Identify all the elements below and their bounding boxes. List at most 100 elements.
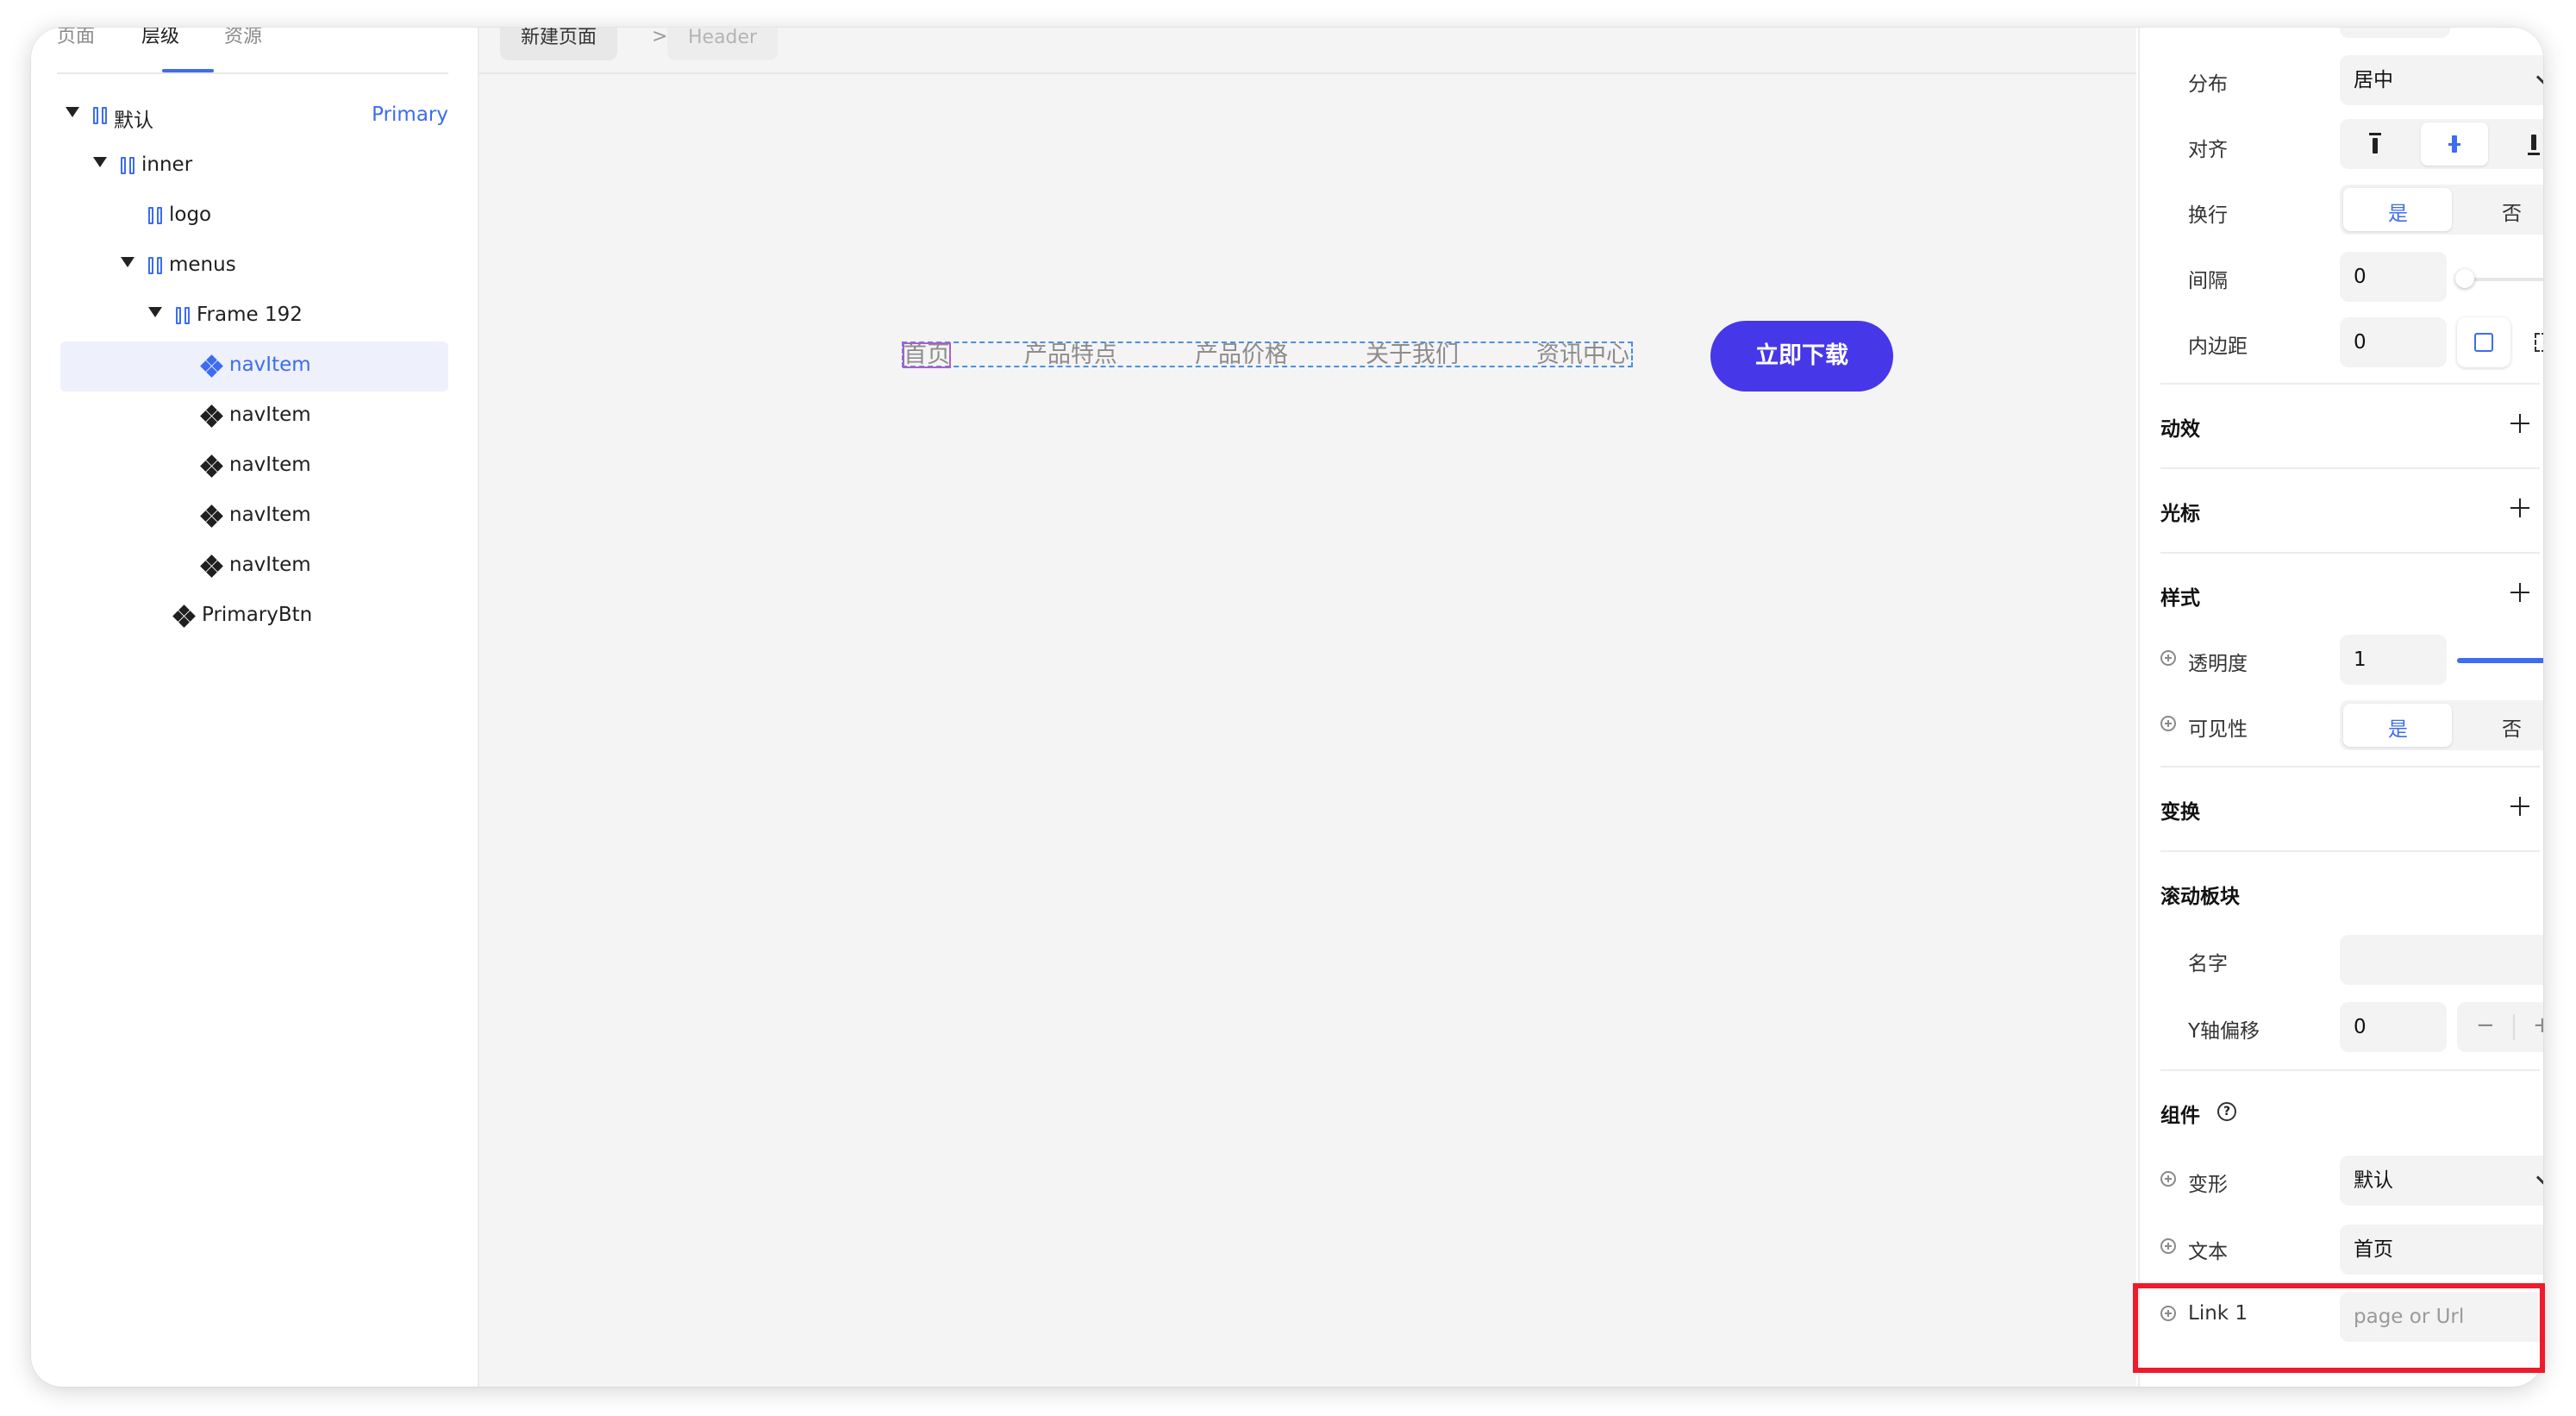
layer-row-navitem-selected[interactable]: navItem bbox=[60, 341, 448, 392]
layer-row-frame-192[interactable]: Frame 192 bbox=[60, 291, 448, 341]
layer-label: navItem bbox=[229, 354, 311, 376]
layer-row-navitem[interactable]: navItem bbox=[60, 542, 448, 592]
nav-menu-frame[interactable]: 首页 产品特点 产品价格 关于我们 资讯中心 bbox=[902, 341, 1633, 368]
tab-assets[interactable]: 资源 bbox=[224, 28, 262, 48]
properties-panel: 分布 居中 对齐 换行 是 否 间隔 0 内边距 0 动效 光标 样式 透明度 … bbox=[2138, 28, 2543, 1387]
divider bbox=[2160, 383, 2540, 385]
layer-row-logo[interactable]: logo bbox=[60, 191, 448, 241]
layers-panel: 页面 层级 资源 默认 Primary inner logo menus Fra… bbox=[31, 28, 479, 1387]
expand-corners-icon bbox=[2535, 333, 2543, 352]
add-circle-icon[interactable] bbox=[2160, 1171, 2176, 1187]
divider bbox=[2160, 850, 2540, 852]
breadcrumb-separator: > bbox=[652, 28, 668, 47]
layer-label: logo bbox=[169, 204, 212, 226]
divider bbox=[2160, 552, 2540, 554]
cut-off-field[interactable] bbox=[2340, 28, 2450, 38]
padding-individual-button[interactable] bbox=[2521, 317, 2543, 367]
expand-arrow-icon[interactable] bbox=[93, 157, 107, 167]
tab-pages[interactable]: 页面 bbox=[57, 28, 95, 48]
padding-input[interactable]: 0 bbox=[2340, 317, 2447, 367]
layer-row-default[interactable]: 默认 Primary bbox=[60, 91, 448, 141]
variant-select[interactable]: 默认 bbox=[2340, 1156, 2543, 1206]
layer-row-navitem[interactable]: navItem bbox=[60, 442, 448, 492]
section-component: 组件 bbox=[2160, 1105, 2200, 1127]
scroll-name-input[interactable] bbox=[2340, 935, 2543, 985]
add-circle-icon[interactable] bbox=[2160, 1238, 2176, 1254]
expand-arrow-icon[interactable] bbox=[121, 257, 134, 267]
visibility-no[interactable]: 否 bbox=[2502, 712, 2522, 742]
section-cursor: 光标 bbox=[2160, 503, 2200, 525]
expand-arrow-icon[interactable] bbox=[66, 107, 79, 117]
design-canvas[interactable]: 新建页面 > Header 首页 产品特点 产品价格 关于我们 资讯中心 立即下… bbox=[479, 28, 2136, 1387]
scroll-name-label: 名字 bbox=[2188, 953, 2228, 975]
component-icon bbox=[200, 554, 223, 578]
breadcrumb-component[interactable]: Header bbox=[667, 28, 778, 60]
layer-label: menus bbox=[169, 254, 236, 276]
active-tab-indicator bbox=[162, 69, 214, 72]
component-icon bbox=[200, 454, 223, 478]
layer-label: navItem bbox=[229, 454, 311, 476]
gap-slider-knob[interactable] bbox=[2455, 269, 2474, 288]
padding-uniform-button[interactable] bbox=[2457, 317, 2510, 367]
section-scroll: 滚动板块 bbox=[2160, 886, 2240, 908]
expand-arrow-icon[interactable] bbox=[148, 307, 162, 317]
nav-item-news[interactable]: 资讯中心 bbox=[1536, 343, 1629, 367]
panel-tabs: 页面 层级 资源 bbox=[57, 28, 448, 74]
layer-label: inner bbox=[141, 154, 193, 176]
divider bbox=[2160, 766, 2540, 768]
plus-button[interactable]: + bbox=[2533, 1012, 2543, 1038]
distribution-select[interactable]: 居中 bbox=[2340, 55, 2543, 105]
component-icon bbox=[200, 354, 223, 378]
gap-input[interactable]: 0 bbox=[2340, 252, 2447, 302]
add-style-plus-icon[interactable] bbox=[2510, 583, 2529, 602]
align-bottom-icon[interactable] bbox=[2528, 133, 2540, 155]
wrap-yes[interactable]: 是 bbox=[2388, 197, 2408, 226]
add-transform-plus-icon[interactable] bbox=[2510, 797, 2529, 816]
component-icon bbox=[200, 504, 223, 528]
visibility-yes[interactable]: 是 bbox=[2388, 712, 2408, 742]
add-cursor-plus-icon[interactable] bbox=[2510, 498, 2529, 517]
download-button[interactable]: 立即下载 bbox=[1710, 321, 1893, 392]
variant-badge: Primary bbox=[372, 103, 448, 126]
align-center-icon[interactable] bbox=[2448, 133, 2460, 155]
minus-button[interactable]: − bbox=[2476, 1012, 2495, 1038]
section-transform: 变换 bbox=[2160, 801, 2200, 824]
variant-value: 默认 bbox=[2354, 1169, 2393, 1192]
gap-label: 间隔 bbox=[2188, 270, 2228, 292]
chevron-down-icon bbox=[2535, 1168, 2543, 1187]
visibility-toggle[interactable]: 是 否 bbox=[2340, 700, 2543, 750]
chevron-down-icon bbox=[2535, 67, 2543, 87]
align-top-icon[interactable] bbox=[2369, 133, 2381, 155]
layer-row-menus[interactable]: menus bbox=[60, 241, 448, 291]
nav-item-pricing[interactable]: 产品价格 bbox=[1195, 343, 1288, 367]
frame-icon bbox=[148, 257, 166, 276]
tab-layers[interactable]: 层级 bbox=[141, 28, 179, 48]
wrap-toggle[interactable]: 是 否 bbox=[2340, 185, 2543, 235]
frame-icon bbox=[93, 107, 110, 126]
breadcrumb-page[interactable]: 新建页面 bbox=[500, 28, 618, 60]
frame-icon bbox=[148, 207, 166, 226]
nav-item-about[interactable]: 关于我们 bbox=[1366, 343, 1459, 367]
text-input[interactable]: 首页 bbox=[2340, 1225, 2543, 1275]
nav-item-features[interactable]: 产品特点 bbox=[1024, 343, 1117, 367]
layer-label: 默认 bbox=[114, 110, 153, 132]
align-segmented[interactable] bbox=[2340, 119, 2543, 169]
add-circle-icon[interactable] bbox=[2160, 716, 2176, 731]
wrap-no[interactable]: 否 bbox=[2502, 197, 2522, 226]
opacity-input[interactable]: 1 bbox=[2340, 635, 2447, 685]
layer-row-navitem[interactable]: navItem bbox=[60, 492, 448, 542]
square-icon bbox=[2474, 333, 2493, 352]
help-icon[interactable]: ? bbox=[2217, 1102, 2236, 1121]
y-offset-input[interactable]: 0 bbox=[2340, 1002, 2447, 1052]
layer-row-primarybtn[interactable]: PrimaryBtn bbox=[60, 592, 448, 642]
app-window: 页面 层级 资源 默认 Primary inner logo menus Fra… bbox=[31, 28, 2543, 1387]
add-circle-icon[interactable] bbox=[2160, 650, 2176, 666]
layer-row-inner[interactable]: inner bbox=[60, 141, 448, 191]
opacity-slider-fill bbox=[2457, 658, 2543, 663]
text-label: 文本 bbox=[2188, 1241, 2228, 1263]
layer-row-navitem[interactable]: navItem bbox=[60, 392, 448, 442]
layer-label: navItem bbox=[229, 554, 311, 576]
divider bbox=[2160, 1069, 2540, 1071]
add-motion-plus-icon[interactable] bbox=[2510, 414, 2529, 433]
nav-item-home[interactable]: 首页 bbox=[903, 342, 951, 368]
